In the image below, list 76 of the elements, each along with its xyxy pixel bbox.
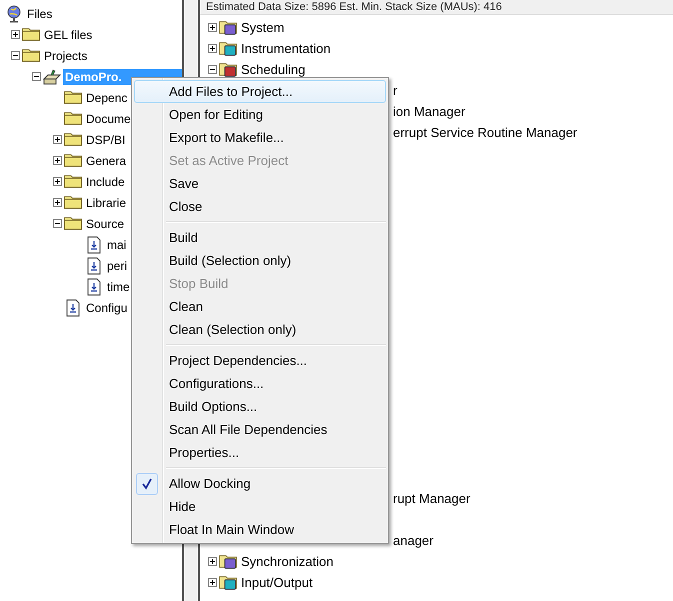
expand-icon[interactable] <box>52 177 62 186</box>
folder-icon <box>64 154 82 167</box>
menu-item[interactable]: Float In Main Window <box>134 518 386 541</box>
tree-item[interactable]: Input/Output <box>239 574 315 591</box>
folder-icon <box>64 217 82 230</box>
tree-item[interactable]: Genera <box>84 152 128 168</box>
module-folder-icon <box>219 62 237 76</box>
module-folder-icon <box>219 42 237 56</box>
folder-icon <box>22 49 40 62</box>
expand-icon[interactable] <box>52 156 62 165</box>
menu-item[interactable]: Configurations... <box>134 372 386 395</box>
tree-item[interactable]: Docume <box>84 110 133 126</box>
module-folder-icon <box>219 20 237 34</box>
folder-icon <box>64 196 82 209</box>
tree-item[interactable]: System <box>239 19 286 36</box>
module-folder-icon <box>219 576 237 590</box>
menu-item[interactable]: Properties... <box>134 441 386 464</box>
tree-item[interactable]: r <box>393 83 398 98</box>
tree-item[interactable]: rupt Manager <box>393 491 470 506</box>
menu-item[interactable]: Scan All File Dependencies <box>134 418 386 441</box>
tree-item[interactable]: Librarie <box>84 194 128 210</box>
document-icon <box>85 256 103 274</box>
menu-item[interactable]: Clean (Selection only) <box>134 318 386 341</box>
tree-item[interactable]: Synchronization <box>239 553 336 570</box>
menu-item[interactable]: Open for Editing <box>134 103 386 126</box>
tree-item[interactable]: time <box>105 278 132 294</box>
expand-icon[interactable] <box>208 557 216 566</box>
expand-icon[interactable] <box>208 44 216 53</box>
menu-item[interactable]: Allow Docking <box>134 472 386 495</box>
tree-item[interactable]: peri <box>105 258 130 274</box>
folder-icon <box>64 175 82 188</box>
tree-item[interactable]: GEL files <box>42 26 94 42</box>
menu-item[interactable]: Hide <box>134 495 386 518</box>
menu-item[interactable]: Save <box>134 172 386 195</box>
menu-item[interactable]: Add Files to Project... <box>134 80 386 103</box>
expand-icon[interactable] <box>10 30 20 39</box>
menu-item[interactable]: Build <box>134 226 386 249</box>
expand-icon[interactable] <box>208 23 216 32</box>
expand-icon[interactable] <box>52 135 62 144</box>
tree-item[interactable]: DSP/BI <box>84 132 128 148</box>
collapse-icon[interactable] <box>52 219 62 228</box>
collapse-icon[interactable] <box>10 51 20 60</box>
menu-item[interactable]: Clean <box>134 295 386 318</box>
tree-item[interactable]: mai <box>105 236 128 252</box>
document-icon <box>85 278 103 296</box>
tree-item[interactable]: Projects <box>42 48 90 64</box>
tree-item[interactable]: Files <box>25 6 54 22</box>
menu-item[interactable]: Export to Makefile... <box>134 126 386 149</box>
folder-icon <box>64 112 82 125</box>
collapse-icon[interactable] <box>32 72 40 81</box>
menu-item[interactable]: Build Options... <box>134 395 386 418</box>
tree-item[interactable]: errupt Service Routine Manager <box>393 125 578 140</box>
module-folder-icon <box>219 554 237 568</box>
menu-item[interactable]: Project Dependencies... <box>134 349 386 372</box>
expand-icon[interactable] <box>208 578 216 587</box>
document-icon <box>64 298 82 316</box>
expand-icon[interactable] <box>52 198 62 207</box>
collapse-icon[interactable] <box>208 65 216 74</box>
tree-item[interactable]: Instrumentation <box>239 40 333 57</box>
status-text: Estimated Data Size: 5896 Est. Min. Stack Size (MAUs): 416 <box>206 1 502 13</box>
menu-item[interactable]: Close <box>134 195 386 218</box>
folder-icon <box>22 28 40 41</box>
folder-icon <box>64 91 82 104</box>
document-icon <box>85 236 103 254</box>
tree-item[interactable]: Source <box>84 216 126 232</box>
tree-item[interactable]: Include <box>84 174 127 190</box>
menu-item[interactable]: Build (Selection only) <box>134 249 386 272</box>
tree-item[interactable]: Configu <box>84 300 130 316</box>
checkmark-icon <box>141 478 153 490</box>
project-icon <box>43 68 61 86</box>
tree-item[interactable]: Scheduling <box>239 61 308 78</box>
folder-icon <box>64 133 82 146</box>
globe-icon <box>5 4 23 22</box>
tree-item[interactable]: ion Manager <box>393 104 466 119</box>
tree-item[interactable]: anager <box>393 533 434 548</box>
tree-item[interactable]: Depenc <box>84 90 130 106</box>
